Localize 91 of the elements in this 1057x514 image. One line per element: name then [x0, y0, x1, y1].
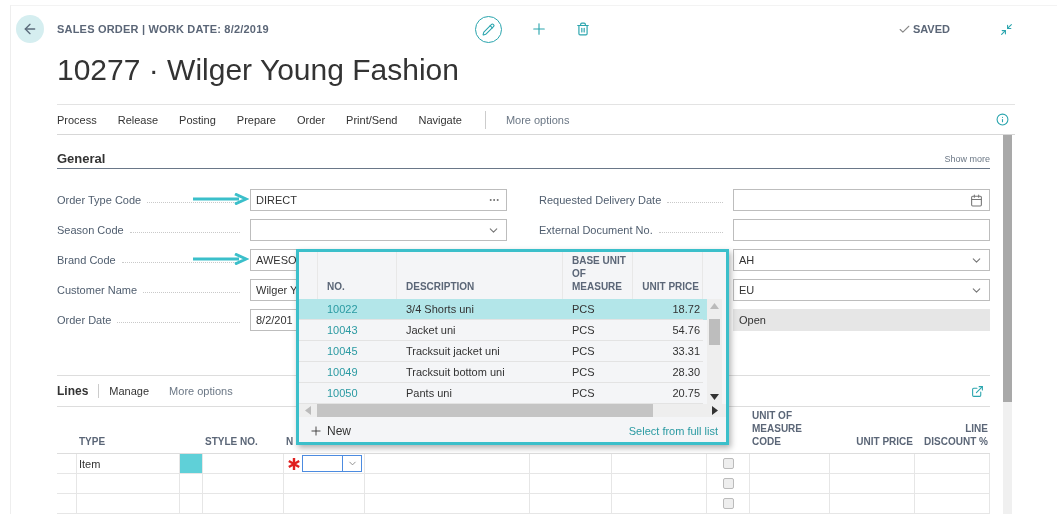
- item-number-cell: 10045: [318, 341, 397, 362]
- column-header: DESCRIPTION: [406, 280, 475, 293]
- dropdown-field[interactable]: AH: [733, 249, 990, 271]
- table-cell: PCS: [563, 362, 633, 383]
- table-cell: 3/4 Shorts uni: [397, 299, 563, 320]
- column-header: BASE UNIT OF MEASURE: [572, 254, 627, 293]
- lookup-row[interactable]: 10043 Jacket uni PCS 54.76: [299, 320, 707, 341]
- column-header: NO.: [327, 280, 345, 293]
- input-field[interactable]: DIRECT: [250, 189, 507, 211]
- expand-icon[interactable]: [971, 384, 984, 398]
- plus-icon[interactable]: [309, 423, 323, 438]
- pencil-icon[interactable]: [482, 22, 495, 36]
- scroll-left-icon[interactable]: [305, 406, 311, 415]
- edit-button[interactable]: [475, 15, 502, 43]
- checkbox[interactable]: [723, 478, 734, 489]
- new-button[interactable]: New: [309, 423, 351, 438]
- vertical-scrollbar[interactable]: [1003, 135, 1012, 514]
- info-icon[interactable]: [996, 113, 1009, 126]
- input-field[interactable]: [733, 189, 990, 211]
- table-cell: [57, 454, 77, 474]
- page-caption: SALES ORDER | WORK DATE: 8/2/2019: [57, 23, 270, 35]
- saved-label: SAVED: [912, 23, 950, 35]
- scrollbar-thumb[interactable]: [709, 318, 720, 345]
- item-number-cell: 10049: [318, 362, 397, 383]
- action-menu-item[interactable]: Navigate: [418, 113, 462, 126]
- scroll-down-icon[interactable]: [710, 394, 719, 400]
- table-cell: [57, 474, 77, 494]
- horizontal-scrollbar[interactable]: [299, 404, 726, 417]
- table-cell: PCS: [563, 341, 633, 362]
- section-title: General: [57, 151, 106, 166]
- column-header: LINE DISCOUNT %: [923, 422, 988, 448]
- table-cell: 33.31: [633, 341, 703, 362]
- page-title: 10277 · Wilger Young Fashion: [57, 52, 460, 88]
- action-menu-item[interactable]: Release: [117, 113, 159, 126]
- vertical-scrollbar[interactable]: [707, 299, 722, 404]
- table-cell: 18.72: [633, 299, 703, 320]
- table-cell: Tracksuit jacket uni: [397, 341, 563, 362]
- row-selector[interactable]: [180, 454, 203, 474]
- plus-icon[interactable]: [530, 20, 548, 38]
- field-label: Order Date: [57, 314, 112, 326]
- row-selector[interactable]: [180, 494, 203, 514]
- table-cell: Jacket uni: [397, 320, 563, 341]
- field-label: External Document No.: [539, 224, 653, 236]
- column-header: STYLE NO.: [205, 435, 258, 448]
- column-header: TYPE: [79, 435, 106, 448]
- column-header: UNIT PRICE: [642, 280, 699, 293]
- checkbox[interactable]: [723, 458, 734, 469]
- field-label: Order Type Code: [57, 194, 142, 206]
- action-menu-item[interactable]: Process: [57, 113, 97, 126]
- lookup-row[interactable]: 10049 Tracksuit bottom uni PCS 28.30: [299, 362, 707, 383]
- dropdown-field[interactable]: [250, 219, 507, 241]
- scroll-right-icon[interactable]: [712, 406, 718, 415]
- field-label: Customer Name: [57, 284, 138, 296]
- trash-icon[interactable]: [576, 22, 590, 36]
- lines-action[interactable]: Manage: [109, 385, 150, 397]
- column-header: UNIT PRICE: [856, 435, 913, 448]
- item-number-cell: 10022: [318, 299, 397, 320]
- calendar-icon[interactable]: [970, 193, 983, 207]
- input-field[interactable]: [302, 455, 362, 472]
- lookup-row[interactable]: 10022 3/4 Shorts uni PCS 18.72: [299, 299, 707, 320]
- collapse-icon[interactable]: [1000, 22, 1013, 36]
- table-cell: Tracksuit bottom uni: [397, 362, 563, 383]
- dropdown-field[interactable]: EU: [733, 279, 990, 301]
- scrollbar-thumb[interactable]: [317, 404, 653, 417]
- table-cell: 28.30: [633, 362, 703, 383]
- back-button[interactable]: [16, 15, 44, 43]
- field-label: Season Code: [57, 224, 124, 236]
- table-cell: [57, 494, 77, 514]
- lookup-row[interactable]: 10045 Tracksuit jacket uni PCS 33.31: [299, 341, 707, 362]
- field-label: Brand Code: [57, 254, 116, 266]
- field-label: Requested Delivery Date: [539, 194, 662, 206]
- row-selector[interactable]: [180, 474, 203, 494]
- action-menu-item[interactable]: Prepare: [236, 113, 276, 126]
- action-menu-item[interactable]: Posting: [179, 113, 216, 126]
- lines-action[interactable]: More options: [169, 385, 233, 397]
- checkbox[interactable]: [723, 498, 734, 509]
- section-title: Lines: [57, 384, 100, 398]
- column-header: UNIT OF MEASURE CODE: [752, 409, 803, 448]
- item-number-cell: 10043: [318, 320, 397, 341]
- more-options-button[interactable]: More options: [505, 113, 570, 126]
- table-cell: 54.76: [633, 320, 703, 341]
- scrollbar-thumb[interactable]: [1003, 135, 1012, 402]
- show-more-link[interactable]: Show more: [944, 154, 990, 166]
- scroll-up-icon[interactable]: [710, 303, 719, 309]
- action-menu-item[interactable]: Print/Send: [346, 113, 398, 126]
- input-field[interactable]: [733, 219, 990, 241]
- table-cell: PCS: [563, 299, 633, 320]
- action-menu-item[interactable]: Order: [296, 113, 326, 126]
- column-header: N: [286, 435, 294, 448]
- table-cell: PCS: [563, 320, 633, 341]
- readonly-field: Open: [733, 309, 990, 331]
